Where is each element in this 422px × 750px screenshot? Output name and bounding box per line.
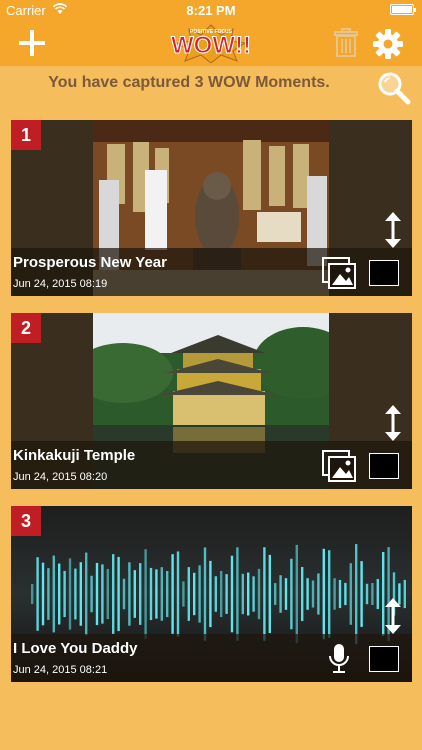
select-checkbox[interactable] (369, 646, 399, 672)
reorder-icon[interactable] (384, 212, 402, 248)
moment-card[interactable]: 1 Prosperous New Year Jun 24, 2015 08:19 (11, 120, 412, 296)
trash-icon[interactable] (332, 28, 360, 58)
reorder-icon[interactable] (384, 598, 402, 634)
moment-caption-bar: I Love You Daddy Jun 24, 2015 08:21 (11, 634, 412, 682)
moments-summary: You have captured 3 WOW Moments. (48, 74, 330, 91)
moment-number-badge: 2 (11, 313, 41, 343)
moment-card[interactable]: 3 I Love You Daddy Jun 24, 2015 08:21 (11, 506, 412, 682)
wow-logo: WOW!! POSITIVE FOCUS (161, 23, 261, 64)
photo-icon (321, 449, 357, 483)
select-checkbox[interactable] (369, 260, 399, 286)
moment-number-badge: 1 (11, 120, 41, 150)
moment-date: Jun 24, 2015 08:20 (13, 471, 108, 483)
moment-caption-bar: Prosperous New Year Jun 24, 2015 08:19 (11, 248, 412, 296)
moment-card[interactable]: 2 Kinkakuji Temple Jun 24, 2015 08:20 (11, 313, 412, 489)
photo-icon (321, 256, 357, 290)
select-checkbox[interactable] (369, 453, 399, 479)
battery-icon (390, 4, 416, 15)
status-bar: Carrier 8:21 PM (0, 0, 422, 20)
svg-text:POSITIVE FOCUS: POSITIVE FOCUS (190, 29, 233, 35)
gear-icon[interactable] (372, 28, 404, 60)
add-icon[interactable] (12, 25, 52, 61)
moment-title: I Love You Daddy (13, 640, 138, 657)
reorder-icon[interactable] (384, 405, 402, 441)
moment-title: Kinkakuji Temple (13, 447, 136, 464)
moment-title: Prosperous New Year (13, 254, 167, 271)
moment-caption-bar: Kinkakuji Temple Jun 24, 2015 08:20 (11, 441, 412, 489)
moment-date: Jun 24, 2015 08:21 (13, 664, 108, 676)
moment-date: Jun 24, 2015 08:19 (13, 278, 108, 290)
status-time: 8:21 PM (186, 3, 236, 18)
svg-text:WOW!!: WOW!! (171, 32, 251, 59)
navigation-bar: WOW!! POSITIVE FOCUS (0, 20, 422, 66)
search-icon[interactable] (376, 70, 412, 106)
moment-number-badge: 3 (11, 506, 41, 536)
microphone-icon (321, 642, 357, 676)
